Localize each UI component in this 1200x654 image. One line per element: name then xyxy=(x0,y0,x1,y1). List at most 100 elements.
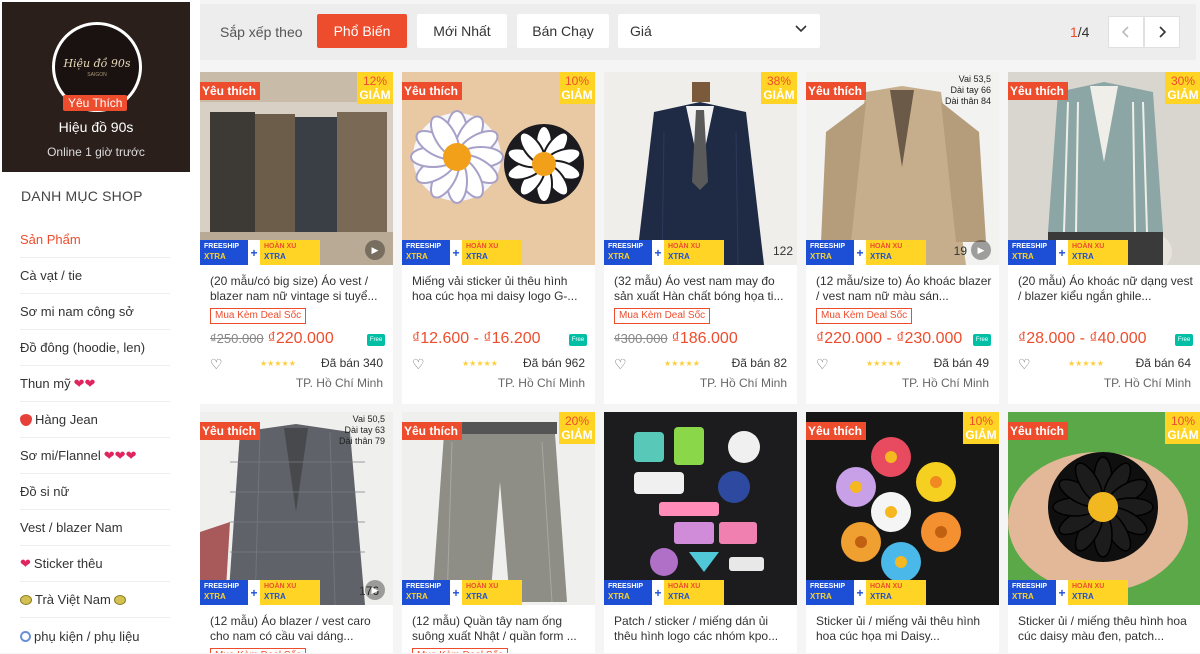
sold-count: Đã bán 64 xyxy=(1135,356,1191,370)
freeship-xtra-badge: FREESHIP XTRA + HOÀN XU XTRA xyxy=(806,580,926,605)
plus-icon: + xyxy=(248,240,260,265)
next-page-button[interactable] xyxy=(1144,16,1180,48)
plus-icon: + xyxy=(854,580,866,605)
category-label: phụ kiện / phụ liệu xyxy=(34,628,140,644)
product-card[interactable]: Yêu thích Vai 50,5 Dài tay 63 Dài thân 79 … xyxy=(200,412,393,653)
heart-icon: ❤❤ xyxy=(73,375,96,391)
product-name[interactable]: (12 mẫu) Áo blazer / vest caro cho nam c… xyxy=(210,614,386,648)
video-play-icon[interactable]: ▶ xyxy=(365,240,385,260)
chevron-right-icon xyxy=(1159,26,1167,38)
product-name[interactable]: (20 mẫu) Áo khoác nữ dạng vest / blazer … xyxy=(1018,274,1194,308)
product-card[interactable]: Yêu thích 10% GIẢM FREESHIP XTRA + HOÀN XU XT… xyxy=(402,72,595,404)
location: TP. Hồ Chí Minh xyxy=(1103,376,1191,390)
discount-label: GIẢM xyxy=(561,88,593,102)
shop-name[interactable]: Hiệu đồ 90s xyxy=(2,119,190,135)
category-label: Sơ mi nam công sở xyxy=(20,304,134,319)
shop-card[interactable]: Hiệu đồ 90s SAIGON Yêu Thích Hiệu đồ 90s… xyxy=(2,2,190,172)
freeship-label: FREESHIP XTRA xyxy=(604,580,652,605)
product-image[interactable] xyxy=(604,412,797,605)
freeship-text: FREESHIP xyxy=(608,243,644,250)
product-name[interactable]: Miếng vải sticker ủi thêu hình hoa cúc h… xyxy=(412,274,588,308)
like-heart-icon[interactable]: ♡ xyxy=(210,356,223,373)
product-card[interactable]: Yêu thích 10% GIẢM FREESHIP XTRA + HOÀN XU XT… xyxy=(806,412,999,653)
freeship-text: FREESHIP xyxy=(204,243,240,250)
product-name[interactable]: (12 mẫu/size to) Áo khoác blazer / vest … xyxy=(816,274,992,308)
deal-tag: Mua Kèm Deal Sốc xyxy=(210,308,307,324)
xtra-text: XTRA xyxy=(466,252,488,261)
product-card[interactable]: Yêu thích 20% GIẢM FREESHIP XTRA + HOÀN XU XT… xyxy=(402,412,595,653)
product-card[interactable]: Yêu thích 10% GIẢM FREESHIP XTRA + HOÀN XU XT… xyxy=(1008,412,1200,653)
plus-icon: + xyxy=(450,580,462,605)
coin-back-label: HOÀN XU XTRA xyxy=(664,580,724,605)
sort-newest-button[interactable]: Mới Nhất xyxy=(417,14,507,48)
price-row: ₫220.000 - ₫230.000 xyxy=(816,330,992,348)
favorite-badge: Yêu thích xyxy=(402,422,463,440)
prev-page-button[interactable] xyxy=(1108,16,1144,48)
xtra-text: XTRA xyxy=(810,592,832,601)
product-name[interactable]: (20 mẫu/có big size) Áo vest / blazer na… xyxy=(210,274,386,308)
video-play-icon[interactable]: ▶ xyxy=(971,240,991,260)
product-name[interactable]: (32 mẫu) Áo vest nam may đo sản xuất Hàn… xyxy=(614,274,790,308)
category-item-vest[interactable]: Vest / blazer Nam xyxy=(20,510,170,546)
product-card[interactable]: Yêu thích 30% GIẢM FREESHIP XTRA + HOÀN XU XT… xyxy=(1008,72,1200,404)
sold-count: Đã bán 49 xyxy=(933,356,989,370)
free-shipping-icon: Free xyxy=(569,334,587,346)
discount-percent: 12% xyxy=(362,74,388,88)
sort-bestseller-button[interactable]: Bán Chạy xyxy=(517,14,609,48)
plus-icon: + xyxy=(652,240,664,265)
like-heart-icon[interactable]: ♡ xyxy=(412,356,425,373)
category-item-jeans[interactable]: Hàng Jean xyxy=(20,402,170,438)
category-item-tshirts[interactable]: Thun mỹ ❤❤ xyxy=(20,366,170,402)
freeship-xtra-badge: FREESHIP XTRA + HOÀN XU XTRA xyxy=(200,580,320,605)
discount-badge: 10% GIẢM xyxy=(963,412,999,444)
price-row: ₫250.000 ₫220.000 xyxy=(210,330,386,348)
coin-back-label: HOÀN XU XTRA xyxy=(866,580,926,605)
category-item-ties[interactable]: Cà vạt / tie xyxy=(20,258,170,294)
category-item-women[interactable]: Đồ si nữ xyxy=(20,474,170,510)
category-item-accessories[interactable]: phụ kiện / phụ liệu xyxy=(20,618,170,654)
discount-percent: 10% xyxy=(968,414,994,428)
product-name[interactable]: Patch / sticker / miếng dán ủi thêu hình… xyxy=(614,614,790,648)
broken-heart-icon: ❤ xyxy=(20,555,31,571)
like-heart-icon[interactable]: ♡ xyxy=(816,356,829,373)
xtra-text: XTRA xyxy=(810,252,832,261)
discount-label: GIẢM xyxy=(359,88,391,102)
like-heart-icon[interactable]: ♡ xyxy=(1018,356,1031,373)
product-name[interactable]: Sticker ủi / miếng thêu hình hoa cúc dai… xyxy=(1018,614,1194,648)
xtra-text: XTRA xyxy=(466,592,488,601)
product-card[interactable]: 38% GIẢM FREESHIP XTRA + HOÀN XU XTRA 122 (32… xyxy=(604,72,797,404)
price-row: ₫28.000 - ₫40.000 xyxy=(1018,330,1194,348)
xtra-text: XTRA xyxy=(406,252,428,261)
sold-count: Đã bán 82 xyxy=(731,356,787,370)
category-label: Thun mỹ xyxy=(20,376,71,391)
free-shipping-icon: Free xyxy=(973,334,991,346)
plus-icon: + xyxy=(652,580,664,605)
price-sort-select[interactable]: Giá xyxy=(618,14,820,48)
product-name[interactable]: Sticker ủi / miếng vải thêu hình hoa cúc… xyxy=(816,614,992,648)
like-heart-icon[interactable]: ♡ xyxy=(614,356,627,373)
category-item-office-shirts[interactable]: Sơ mi nam công sở xyxy=(20,294,170,330)
deal-tag: Mua Kèm Deal Sốc xyxy=(210,648,307,653)
freeship-text: FREESHIP xyxy=(608,583,644,590)
freeship-xtra-badge: FREESHIP XTRA + HOÀN XU XTRA xyxy=(604,580,724,605)
price: ₫220.000 xyxy=(267,330,334,347)
category-title: DANH MỤC SHOP xyxy=(21,188,143,204)
chevron-left-icon xyxy=(1121,26,1129,38)
xtra-text: XTRA xyxy=(204,252,226,261)
shop-online-status: Online 1 giờ trước xyxy=(47,145,145,159)
product-name[interactable]: (12 mẫu) Quần tây nam ống suông xuất Nhậ… xyxy=(412,614,588,648)
product-card[interactable]: Yêu thích 12% GIẢM FREESHIP XTRA + HOÀN XU XT… xyxy=(200,72,393,404)
xtra-text: XTRA xyxy=(1012,592,1034,601)
sort-popular-button[interactable]: Phổ Biến xyxy=(317,14,407,48)
category-item-tea[interactable]: Trà Việt Nam xyxy=(20,582,170,618)
video-play-icon[interactable]: ▶ xyxy=(365,580,385,600)
product-card[interactable]: FREESHIP XTRA + HOÀN XU XTRA Patch / sticker… xyxy=(604,412,797,653)
discount-badge: 10% GIẢM xyxy=(1165,412,1200,444)
category-item-products[interactable]: Sản Phẩm xyxy=(20,222,170,258)
discount-badge: 20% GIẢM xyxy=(559,412,595,444)
product-card[interactable]: Yêu thích Vai 53,5 Dài tay 66 Dài thân 84 … xyxy=(806,72,999,404)
discount-percent: 38% xyxy=(766,74,792,88)
category-item-sticker[interactable]: ❤ Sticker thêu xyxy=(20,546,170,582)
category-item-flannel[interactable]: Sơ mi/Flannel ❤❤❤ xyxy=(20,438,170,474)
category-item-winter[interactable]: Đồ đông (hoodie, len) xyxy=(20,330,170,366)
